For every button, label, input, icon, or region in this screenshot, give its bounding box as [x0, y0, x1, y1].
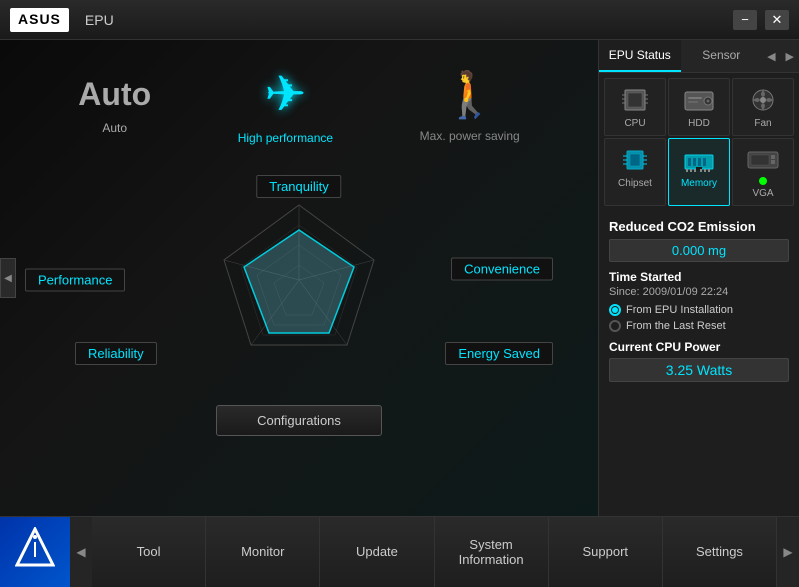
- icon-memory[interactable]: Memory: [668, 138, 730, 206]
- tab-nav-left[interactable]: ◀: [762, 40, 780, 72]
- max-saving-icon: 🚶: [442, 68, 498, 121]
- chipset-icon: [617, 145, 653, 175]
- component-icons-grid: CPU HDD: [599, 73, 799, 211]
- high-performance-label: High performance: [238, 131, 333, 145]
- nav-logo-area: [0, 517, 70, 587]
- nav-next-button[interactable]: ▶: [777, 517, 799, 587]
- window-controls: − ✕: [733, 10, 789, 30]
- max-saving-label: Max. power saving: [420, 129, 520, 143]
- main-area: ◀ Auto Auto ✈ High performance 🚶 Max. po…: [0, 40, 799, 516]
- mode-auto[interactable]: Auto Auto: [78, 76, 151, 135]
- icon-fan[interactable]: Fan: [732, 78, 794, 136]
- label-reliability: Reliability: [75, 342, 157, 365]
- label-energy-saved: Energy Saved: [445, 342, 553, 365]
- radio-from-epu-circle: [609, 304, 621, 316]
- title-bar: ASUS EPU − ✕: [0, 0, 799, 40]
- nav-tab-update[interactable]: Update: [320, 517, 434, 587]
- nav-tabs: Tool Monitor Update System Information S…: [92, 517, 777, 587]
- reduced-co2-title: Reduced CO2 Emission: [609, 219, 789, 234]
- tab-sensor[interactable]: Sensor: [681, 40, 763, 72]
- memory-icon: [681, 145, 717, 175]
- icon-chipset[interactable]: Chipset: [604, 138, 666, 206]
- radio-from-reset[interactable]: From the Last Reset: [609, 320, 789, 332]
- cpu-label: CPU: [624, 118, 645, 129]
- stats-section: Reduced CO2 Emission 0.000 mg Time Start…: [599, 211, 799, 516]
- tab-epu-status[interactable]: EPU Status: [599, 40, 681, 72]
- asus-logo: ASUS: [10, 8, 69, 32]
- mode-high-performance[interactable]: ✈ High performance: [238, 65, 333, 145]
- auto-label: Auto: [102, 121, 127, 135]
- tab-nav-right[interactable]: ▶: [781, 40, 799, 72]
- cpu-power-title: Current CPU Power: [609, 340, 789, 354]
- cpu-power-value: 3.25 Watts: [609, 358, 789, 382]
- auto-icon: Auto: [78, 76, 151, 113]
- high-performance-icon: ✈: [264, 65, 306, 123]
- vga-status-dot: [759, 177, 767, 185]
- close-button[interactable]: ✕: [765, 10, 789, 30]
- minimize-button[interactable]: −: [733, 10, 757, 30]
- label-performance: Performance: [25, 269, 125, 292]
- right-panel: EPU Status Sensor ◀ ▶ CPU: [599, 40, 799, 516]
- right-panel-tabs: EPU Status Sensor ◀ ▶: [599, 40, 799, 73]
- time-since: Since: 2009/01/09 22:24: [609, 286, 789, 298]
- mode-max-saving[interactable]: 🚶 Max. power saving: [420, 68, 520, 143]
- hdd-icon: [681, 85, 717, 115]
- vga-icon: [745, 145, 781, 175]
- cpu-icon: [617, 85, 653, 115]
- configurations-button[interactable]: Configurations: [216, 405, 382, 436]
- nav-tab-monitor[interactable]: Monitor: [206, 517, 320, 587]
- reduced-co2-value: 0.000 mg: [609, 239, 789, 262]
- fan-label: Fan: [754, 118, 771, 129]
- spider-chart-area: Tranquility Performance Convenience Reli…: [15, 170, 583, 390]
- left-panel: ◀ Auto Auto ✈ High performance 🚶 Max. po…: [0, 40, 599, 516]
- mode-selector: Auto Auto ✈ High performance 🚶 Max. powe…: [15, 55, 583, 155]
- nav-prev-button[interactable]: ◀: [70, 517, 92, 587]
- icon-cpu[interactable]: CPU: [604, 78, 666, 136]
- time-started-label: Time Started: [609, 270, 789, 284]
- fan-icon: [745, 85, 781, 115]
- memory-label: Memory: [681, 178, 717, 189]
- label-convenience: Convenience: [451, 258, 553, 281]
- bottom-nav: ◀ Tool Monitor Update System Information…: [0, 516, 799, 586]
- app-logo-area: ASUS EPU: [10, 8, 114, 32]
- chipset-label: Chipset: [618, 178, 652, 189]
- icon-hdd[interactable]: HDD: [668, 78, 730, 136]
- hdd-label: HDD: [688, 118, 710, 129]
- radio-from-reset-circle: [609, 320, 621, 332]
- left-panel-arrow[interactable]: ◀: [0, 258, 16, 298]
- ai-suite-logo: [15, 527, 55, 576]
- app-name: EPU: [85, 12, 114, 28]
- spider-chart-svg: [209, 195, 389, 365]
- nav-tab-support[interactable]: Support: [549, 517, 663, 587]
- nav-tab-tool[interactable]: Tool: [92, 517, 206, 587]
- nav-tab-system-information[interactable]: System Information: [435, 517, 549, 587]
- label-tranquility: Tranquility: [256, 175, 341, 198]
- vga-label: VGA: [752, 188, 773, 199]
- nav-tab-settings[interactable]: Settings: [663, 517, 777, 587]
- radio-from-epu[interactable]: From EPU Installation: [609, 304, 789, 316]
- icon-vga[interactable]: VGA: [732, 138, 794, 206]
